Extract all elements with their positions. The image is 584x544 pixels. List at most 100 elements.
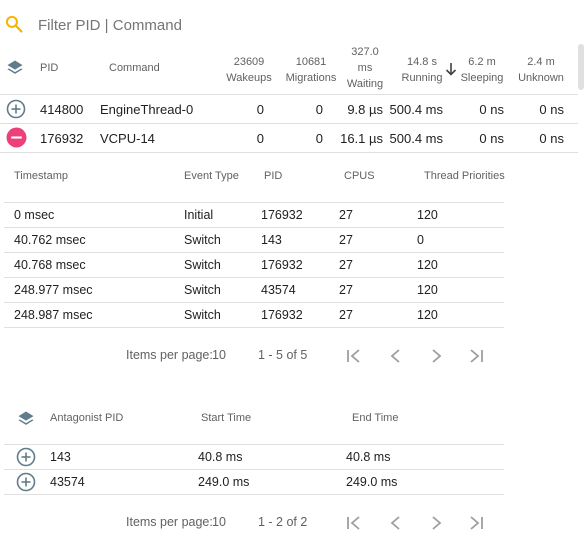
event-type-cell: Switch	[184, 283, 221, 297]
timestamp-cell: 40.768 msec	[14, 258, 86, 272]
col-header-command[interactable]: Command	[109, 62, 160, 74]
cpus-cell: 27	[339, 208, 353, 222]
prev-page-icon[interactable]	[386, 346, 406, 366]
event-type-cell: Initial	[184, 208, 214, 222]
paginator: Items per page: 10 1 - 2 of 2	[0, 509, 504, 537]
first-page-icon[interactable]	[344, 513, 364, 533]
table-row[interactable]: 176932 VCPU-14 0 0 16.1 µs 500.4 ms 0 ns…	[0, 124, 578, 152]
migrations-cell: 0	[315, 131, 323, 146]
pid-cell: 176932	[40, 131, 84, 146]
collapse-icon[interactable]	[6, 127, 27, 153]
table-row[interactable]: 43574 249.0 ms 249.0 ms	[4, 470, 504, 494]
table-row: 248.977 msec Switch 43574 27 120	[4, 278, 504, 302]
sleeping-cell: 0 ns	[479, 131, 504, 146]
pid-cell: 414800	[40, 102, 84, 117]
layers-icon[interactable]	[16, 409, 36, 434]
page-size-select[interactable]: 10	[212, 515, 226, 529]
col-header-waiting[interactable]: 327.0 ms Waiting	[342, 44, 388, 92]
layers-icon[interactable]	[5, 58, 25, 83]
wakeups-total: 23609	[233, 56, 265, 68]
col-header-pid[interactable]: PID	[264, 170, 282, 182]
prev-page-icon[interactable]	[386, 513, 406, 533]
command-cell: EngineThread-0	[100, 102, 194, 117]
priority-cell: 120	[417, 258, 438, 272]
expand-icon[interactable]	[6, 99, 26, 124]
filter-input[interactable]	[36, 12, 340, 38]
priority-cell: 120	[417, 308, 438, 322]
divider	[4, 494, 504, 495]
wakeups-cell: 0	[256, 131, 264, 146]
table-row: 40.762 msec Switch 143 27 0	[4, 228, 504, 252]
sort-descending-icon[interactable]	[445, 62, 457, 81]
timestamp-cell: 40.762 msec	[14, 233, 86, 247]
col-header-timestamp[interactable]: Timestamp	[14, 170, 68, 182]
pid-cell: 143	[261, 233, 282, 247]
next-page-icon[interactable]	[426, 513, 446, 533]
page-range: 1 - 5 of 5	[258, 348, 308, 362]
table-row[interactable]: 414800 EngineThread-0 0 0 9.8 µs 500.4 m…	[0, 95, 578, 123]
unknown-cell: 0 ns	[539, 102, 564, 117]
migrations-cell: 0	[315, 102, 323, 117]
waiting-cell: 16.1 µs	[340, 131, 383, 146]
col-header-antagonist-pid[interactable]: Antagonist PID	[50, 412, 123, 424]
sleeping-cell: 0 ns	[479, 102, 504, 117]
cpus-cell: 27	[339, 233, 353, 247]
pid-cell: 176932	[261, 308, 303, 322]
col-header-unknown[interactable]: 2.4 m Unknown	[516, 54, 566, 86]
start-time-cell: 40.8 ms	[198, 450, 243, 464]
table-row: 40.768 msec Switch 176932 27 120	[4, 253, 504, 277]
migrations-label: Migrations	[285, 72, 337, 84]
antagonist-pid-cell: 43574	[50, 475, 85, 489]
start-time-cell: 249.0 ms	[198, 475, 250, 489]
last-page-icon[interactable]	[466, 346, 486, 366]
col-header-wakeups[interactable]: 23609 Wakeups	[222, 54, 276, 86]
col-header-migrations[interactable]: 10681 Migrations	[282, 54, 340, 86]
next-page-icon[interactable]	[426, 346, 446, 366]
page-range: 1 - 2 of 2	[258, 515, 308, 529]
timestamp-cell: 0 msec	[14, 208, 55, 222]
table-row: 248.987 msec Switch 176932 27 120	[4, 303, 504, 327]
waiting-total: 327.0	[351, 46, 379, 58]
sleeping-label: Sleeping	[460, 72, 504, 84]
waiting-unit: ms	[357, 62, 373, 74]
col-header-event-type[interactable]: Event Type	[184, 170, 239, 182]
antagonist-pid-cell: 143	[50, 450, 71, 464]
migrations-total: 10681	[295, 56, 327, 68]
waiting-label: Waiting	[346, 78, 384, 90]
paginator: Items per page: 10 1 - 5 of 5	[0, 342, 504, 370]
cpus-cell: 27	[339, 308, 353, 322]
scrollbar[interactable]	[578, 44, 584, 90]
timestamp-cell: 248.977 msec	[14, 283, 93, 297]
items-per-page-label: Items per page:	[126, 348, 213, 362]
priority-cell: 0	[417, 233, 424, 247]
items-per-page-label: Items per page:	[126, 515, 213, 529]
col-header-thread-priorities[interactable]: Thread Priorities	[424, 170, 505, 182]
col-header-end-time[interactable]: End Time	[352, 412, 398, 424]
unknown-label: Unknown	[518, 72, 564, 84]
divider	[4, 327, 504, 328]
priority-cell: 120	[417, 208, 438, 222]
col-header-cpus[interactable]: CPUS	[344, 170, 375, 182]
wakeups-cell: 0	[256, 102, 264, 117]
waiting-cell: 9.8 µs	[347, 102, 383, 117]
command-cell: VCPU-14	[100, 131, 155, 146]
unknown-cell: 0 ns	[539, 131, 564, 146]
col-header-sleeping[interactable]: 6.2 m Sleeping	[458, 54, 506, 86]
table-row[interactable]: 143 40.8 ms 40.8 ms	[4, 445, 504, 469]
col-header-start-time[interactable]: Start Time	[201, 412, 251, 424]
filter-bar	[0, 8, 584, 40]
first-page-icon[interactable]	[344, 346, 364, 366]
col-header-pid[interactable]: PID	[40, 62, 58, 74]
running-cell: 500.4 ms	[389, 102, 443, 117]
running-label: Running	[401, 72, 443, 84]
last-page-icon[interactable]	[466, 513, 486, 533]
col-header-running[interactable]: 14.8 s Running	[400, 54, 444, 86]
end-time-cell: 249.0 ms	[346, 475, 398, 489]
cpus-cell: 27	[339, 258, 353, 272]
pid-cell: 176932	[261, 258, 303, 272]
page-size-select[interactable]: 10	[212, 348, 226, 362]
divider	[0, 152, 578, 153]
unknown-total: 2.4 m	[527, 56, 555, 68]
search-icon[interactable]	[4, 14, 24, 39]
event-type-cell: Switch	[184, 308, 221, 322]
